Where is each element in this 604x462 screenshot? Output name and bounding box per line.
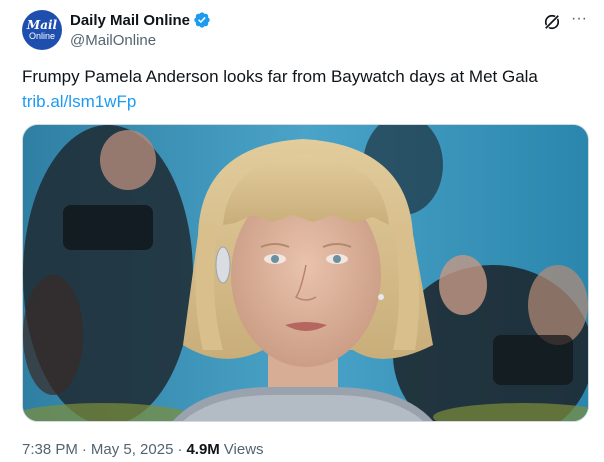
views-label: Views xyxy=(223,441,264,458)
photo-illustration xyxy=(23,125,588,421)
tweet-link[interactable]: trib.al/lsm1wFp xyxy=(22,92,136,112)
display-name[interactable]: Daily Mail Online xyxy=(70,12,190,29)
more-icon[interactable]: ··· xyxy=(568,10,590,30)
tweet-photo[interactable] xyxy=(22,124,589,422)
avatar-logo-line2: Online xyxy=(28,31,55,41)
avatar-logo-line1: Mail xyxy=(26,18,58,32)
verified-badge-icon xyxy=(194,12,210,28)
tweet-meta: 7:38 PM · May 5, 2025 · 4.9M Views xyxy=(22,441,264,458)
grok-icon[interactable] xyxy=(542,12,562,32)
handle[interactable]: @MailOnline xyxy=(70,32,156,49)
tweet-time[interactable]: 7:38 PM xyxy=(22,441,78,458)
meta-separator: · xyxy=(177,441,183,458)
tweet-date[interactable]: May 5, 2025 xyxy=(91,441,174,458)
views-count: 4.9M xyxy=(186,441,220,458)
avatar[interactable]: Mail Online xyxy=(22,10,62,50)
meta-separator: · xyxy=(81,441,87,458)
author-name-row: Daily Mail Online xyxy=(70,11,211,29)
tweet-text: Frumpy Pamela Anderson looks far from Ba… xyxy=(22,67,538,86)
tweet-card[interactable]: Mail Online Daily Mail Online @MailOnlin… xyxy=(0,0,604,462)
